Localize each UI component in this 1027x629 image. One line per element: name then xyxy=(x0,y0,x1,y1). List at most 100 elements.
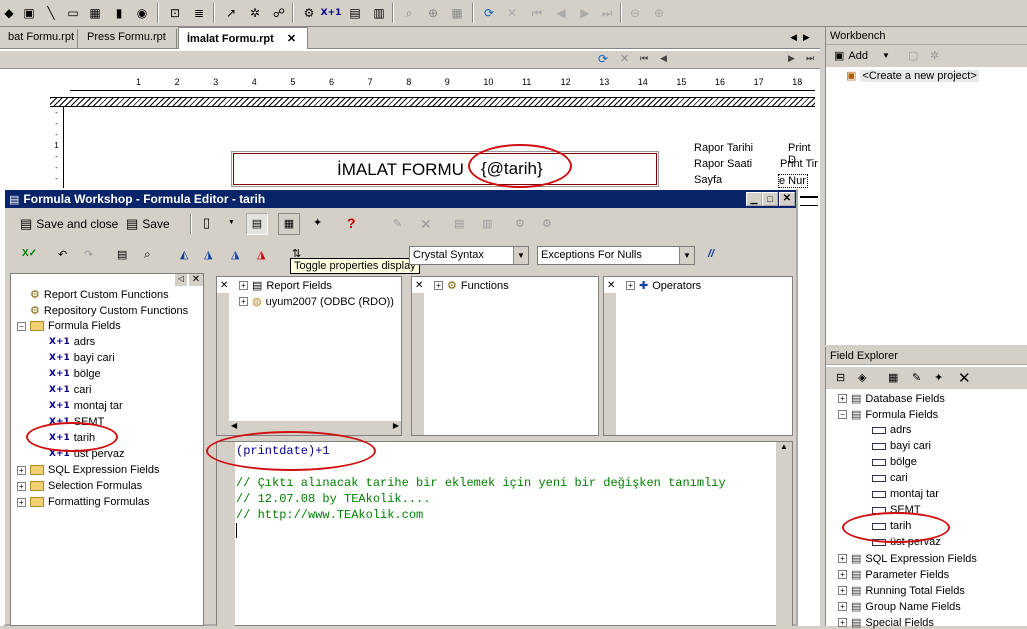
search-icon[interactable]: ⌕ xyxy=(400,4,418,22)
workshop-tree-item[interactable]: + Formatting Formulas xyxy=(17,496,149,508)
tab-imalat-formu[interactable]: İmalat Formu.rpt ✕ xyxy=(178,27,308,49)
field-explorer-item[interactable]: bölge xyxy=(872,456,917,468)
prev-page-icon[interactable]: ◀ xyxy=(552,4,570,22)
workshop-tree-item[interactable]: − Formula Fields xyxy=(17,320,121,332)
expand-icon[interactable]: + xyxy=(17,465,26,475)
workshop-tree-item[interactable]: X+1 bölge xyxy=(49,368,101,380)
workshop-tree-item[interactable]: X+1 cari xyxy=(49,384,91,396)
repository-icon[interactable]: ▥ xyxy=(482,217,492,230)
rename-field-icon[interactable]: ✦ xyxy=(934,371,943,384)
stop-small-icon[interactable]: ✕ xyxy=(620,52,629,65)
toggle-tree-icon[interactable]: ▤ xyxy=(246,213,268,235)
gear-alt-icon[interactable]: ⚙ xyxy=(542,217,552,230)
delete-project-icon[interactable]: ✲ xyxy=(930,49,939,62)
expand-icon[interactable]: − xyxy=(17,321,26,331)
insert-map-icon[interactable]: ◉ xyxy=(133,4,151,22)
insert-picture-icon[interactable]: ▦ xyxy=(86,4,104,22)
operators-scrollbar[interactable] xyxy=(604,293,616,435)
edit-field-icon[interactable]: ✎ xyxy=(912,371,921,384)
back-icon[interactable]: ⊖ xyxy=(626,4,644,22)
fields-close-icon[interactable]: ✕ xyxy=(220,280,228,291)
close-window-button[interactable]: ✕ xyxy=(779,192,795,206)
operators-close-icon[interactable]: ✕ xyxy=(607,280,615,291)
field-explorer-item[interactable]: montaj tar xyxy=(872,488,939,500)
save-button[interactable]: ▤ Save xyxy=(126,216,170,232)
minimize-button[interactable]: ▁ xyxy=(746,192,762,206)
field-explorer-item[interactable]: bayi cari xyxy=(872,440,931,452)
field-explorer-item[interactable]: − ▤ Formula Fields xyxy=(838,408,938,421)
add-button[interactable]: ▣ Add ▼ xyxy=(834,49,890,63)
grid-icon[interactable]: ▦ xyxy=(448,4,466,22)
clear-bookmarks-icon[interactable]: ◮ xyxy=(257,248,265,261)
insert-summary-icon[interactable]: ≣ xyxy=(190,4,208,22)
check-formula-icon[interactable]: X✓ xyxy=(22,248,37,259)
expand-icon[interactable]: − xyxy=(838,410,847,419)
close-icon[interactable]: ✕ xyxy=(287,33,296,45)
syntax-select[interactable]: Crystal Syntax ▼ xyxy=(409,246,529,265)
rapor-tarihi-label[interactable]: Rapor Tarihi xyxy=(694,142,753,154)
page-number-field[interactable]: e Nur xyxy=(778,174,808,188)
browse-data-icon[interactable]: ▤ xyxy=(117,248,127,261)
report-options-icon[interactable]: ▥ xyxy=(370,4,388,22)
workshop-tree-item[interactable]: ⚙ Repository Custom Functions xyxy=(17,304,188,318)
insert-to-report-icon[interactable]: ⊟ xyxy=(836,371,845,384)
save-close-button[interactable]: ▤ Save and close xyxy=(20,216,118,232)
next-small-icon[interactable]: ▶ xyxy=(788,53,795,64)
rapor-saati-label[interactable]: Rapor Saati xyxy=(694,158,752,170)
insert-box-icon[interactable]: ▭ xyxy=(64,4,82,22)
editor-scrollbar[interactable]: ▲ xyxy=(776,442,792,627)
workshop-tree-item[interactable]: ⚙ Report Custom Functions xyxy=(17,288,169,302)
tab-scroll-right-icon[interactable]: ▶ xyxy=(803,32,810,43)
new-folder-icon[interactable]: ▢ xyxy=(908,49,918,62)
prev-bookmark-icon[interactable]: ◮ xyxy=(231,248,239,261)
delete-field-icon[interactable]: ✕ xyxy=(958,369,971,387)
gear-icon[interactable]: ⚙ xyxy=(515,217,525,230)
last-small-icon[interactable]: ⏭ xyxy=(806,53,814,64)
field-explorer-item[interactable]: + ▤ Database Fields xyxy=(838,392,945,405)
delete-icon[interactable]: ✕ xyxy=(420,216,432,233)
print-time-field[interactable]: Print Tir xyxy=(780,158,818,170)
functions-close-icon[interactable]: ✕ xyxy=(415,280,423,291)
create-project-item[interactable]: ▣ <Create a new project> xyxy=(846,69,979,82)
expand-icon[interactable]: + xyxy=(838,586,847,595)
insert-subreport-icon[interactable]: ⊡ xyxy=(166,4,184,22)
expert-off-icon[interactable]: ▤ xyxy=(454,217,464,230)
first-small-icon[interactable]: ⏮ xyxy=(640,53,648,64)
tree-panel-scroll-handle[interactable]: ◁ xyxy=(175,274,187,286)
workshop-tree-item[interactable]: + SQL Expression Fields xyxy=(17,464,159,476)
redo-icon[interactable]: ↷ xyxy=(84,248,93,261)
report-fields-item[interactable]: + ▤ Report Fields xyxy=(239,279,332,292)
refresh-small-icon[interactable]: ⟳ xyxy=(598,52,608,66)
field-explorer-item[interactable]: cari xyxy=(872,472,908,484)
new-field-icon[interactable]: ▦ xyxy=(888,371,898,384)
field-explorer-item[interactable]: + ▤ Group Name Fields xyxy=(838,600,961,613)
formula-workshop-icon[interactable]: X+1 xyxy=(321,4,342,22)
tab-bat-formu[interactable]: bat Formu.rpt xyxy=(0,29,78,48)
highlighting-icon[interactable]: ☍ xyxy=(270,4,288,22)
workshop-tree-item[interactable]: + Selection Formulas xyxy=(17,480,142,492)
refresh-icon[interactable]: ⟳ xyxy=(480,4,498,22)
nulls-select[interactable]: Exceptions For Nulls ▼ xyxy=(537,246,695,265)
browse-icon[interactable]: ◈ xyxy=(858,371,866,384)
forward-icon[interactable]: ⊕ xyxy=(650,4,668,22)
functions-item[interactable]: + ⚙ Functions xyxy=(434,279,509,292)
first-page-icon[interactable]: ⏮ xyxy=(528,4,546,22)
tab-press-formu[interactable]: Press Formu.rpt xyxy=(79,29,177,48)
help-icon[interactable]: ? xyxy=(347,215,356,231)
formula-expert-icon[interactable]: ✦ xyxy=(313,216,322,229)
expand-icon[interactable]: + xyxy=(838,570,847,579)
expand-icon[interactable]: + xyxy=(838,554,847,563)
insert-chart-icon[interactable]: ▮ xyxy=(110,4,128,22)
zoom-icon[interactable]: ⊕ xyxy=(424,4,442,22)
tab-scroll-left-icon[interactable]: ◀ xyxy=(790,32,797,43)
next-page-icon[interactable]: ▶ xyxy=(576,4,594,22)
workshop-tree-item[interactable]: X+1 bayi cari xyxy=(49,352,115,364)
stop-icon[interactable]: ✕ xyxy=(503,4,521,22)
workshop-tree-item[interactable]: X+1 adrs xyxy=(49,336,95,348)
functions-scrollbar[interactable] xyxy=(412,293,424,435)
sayfa-label[interactable]: Sayfa xyxy=(694,174,722,186)
field-explorer-item[interactable]: + ▤ Parameter Fields xyxy=(838,568,949,581)
fields-scrollbar[interactable] xyxy=(217,293,229,435)
maximize-button[interactable]: □ xyxy=(762,192,778,206)
chart-expert-icon[interactable]: ↗ xyxy=(222,4,240,22)
